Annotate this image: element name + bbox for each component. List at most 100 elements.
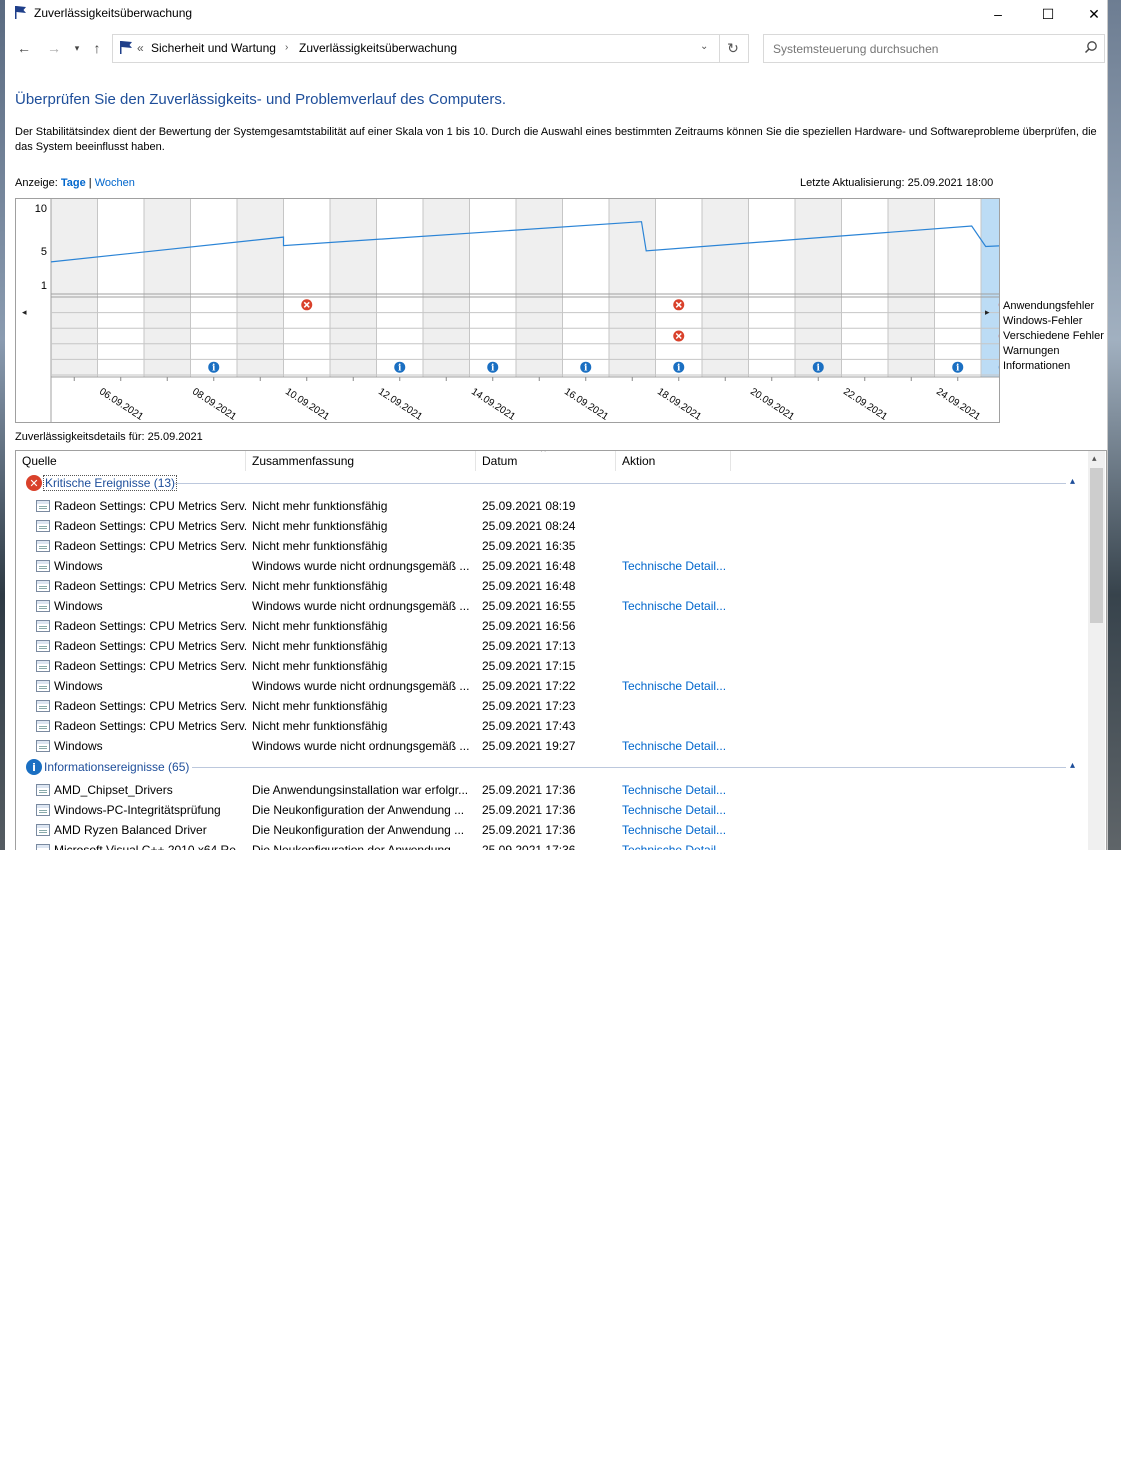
table-row[interactable]: Radeon Settings: CPU Metrics Serv... Nich… bbox=[16, 636, 1088, 656]
chart-column-09.09[interactable] bbox=[237, 199, 284, 377]
cell-summary: Windows wurde nicht ordnungsgemäß ... bbox=[252, 599, 470, 613]
back-icon[interactable]: ← bbox=[13, 38, 35, 58]
scroll-up-icon[interactable]: ▴ bbox=[1092, 453, 1097, 464]
cell-action[interactable]: Technische Detail... bbox=[622, 679, 734, 693]
scroll-right-arrow[interactable]: ▸ bbox=[985, 307, 990, 317]
table-row[interactable]: Radeon Settings: CPU Metrics Serv... Nich… bbox=[16, 496, 1088, 516]
chart-column-13.09[interactable] bbox=[423, 199, 470, 377]
chart-column-19.09[interactable] bbox=[702, 199, 749, 377]
group-header[interactable]: ✕ Kritische Ereignisse (13) ▴ bbox=[16, 473, 1088, 493]
collapse-icon[interactable]: ▴ bbox=[1070, 476, 1075, 487]
scroll-left-arrow[interactable]: ◂ bbox=[22, 307, 27, 317]
column-summary[interactable]: Zusammenfassung bbox=[252, 454, 354, 472]
search-box[interactable] bbox=[763, 34, 1105, 63]
x-tick-label: 12.09.2021 bbox=[376, 386, 424, 422]
column-date[interactable]: Datum bbox=[482, 454, 517, 472]
sort-ascending-icon: ^ bbox=[541, 450, 546, 458]
breadcrumb-security[interactable]: Sicherheit und Wartung bbox=[151, 41, 276, 55]
cell-action[interactable]: Technische Detail... bbox=[622, 843, 734, 850]
table-row[interactable]: Windows Windows wurde nicht ordnungsgemäß… bbox=[16, 736, 1088, 756]
up-icon[interactable]: ↑ bbox=[86, 38, 108, 58]
cell-action[interactable]: Technische Detail... bbox=[622, 783, 734, 797]
x-tick-label: 22.09.2021 bbox=[841, 386, 889, 422]
table-row[interactable]: Windows Windows wurde nicht ordnungsgemäß… bbox=[16, 676, 1088, 696]
refresh-icon[interactable]: ↻ bbox=[718, 34, 749, 63]
view-weeks-link[interactable]: Wochen bbox=[95, 177, 135, 189]
table-row[interactable]: Microsoft Visual C++ 2010 x64 Re... Die N… bbox=[16, 840, 1088, 850]
view-label: Anzeige: bbox=[15, 177, 58, 189]
chevron-down-icon[interactable]: ⌄ bbox=[700, 41, 708, 52]
chart-column-23.09[interactable] bbox=[888, 199, 935, 377]
title-bar: Zuverlässigkeitsüberwachung – ☐ ✕ bbox=[5, 0, 1107, 28]
table-row[interactable]: Windows Windows wurde nicht ordnungsgemäß… bbox=[16, 556, 1088, 576]
breadcrumb-overflow[interactable]: « bbox=[137, 41, 144, 55]
flag-icon bbox=[119, 40, 135, 58]
info-event-glyph: i bbox=[677, 364, 681, 374]
close-button[interactable]: ✕ bbox=[1071, 0, 1107, 28]
chart-column-05.09[interactable] bbox=[51, 199, 98, 377]
table-row[interactable]: Windows Windows wurde nicht ordnungsgemäß… bbox=[16, 596, 1088, 616]
column-divider[interactable] bbox=[475, 451, 476, 471]
table-row[interactable]: Radeon Settings: CPU Metrics Serv... Nich… bbox=[16, 576, 1088, 596]
x-tick-label: 16.09.2021 bbox=[562, 386, 610, 422]
stability-chart-svg[interactable]: 1051iiiiiiii06.09.202108.09.202110.09.20… bbox=[16, 199, 1028, 423]
scrollbar-thumb[interactable] bbox=[1090, 468, 1103, 623]
cell-action[interactable]: Technische Detail... bbox=[622, 803, 734, 817]
cell-action[interactable]: Technische Detail... bbox=[622, 599, 734, 613]
chart-column-12.09[interactable] bbox=[376, 199, 424, 377]
error-icon: ✕ bbox=[26, 475, 42, 491]
recent-locations-icon[interactable]: ▾ bbox=[66, 38, 88, 58]
table-row[interactable]: Radeon Settings: CPU Metrics Serv... Nich… bbox=[16, 696, 1088, 716]
column-divider[interactable] bbox=[615, 451, 616, 471]
cell-date: 25.09.2021 16:35 bbox=[482, 539, 576, 553]
column-action[interactable]: Aktion bbox=[622, 454, 655, 472]
info-event-glyph: i bbox=[584, 364, 588, 374]
cell-source: Radeon Settings: CPU Metrics Serv... bbox=[54, 519, 246, 533]
chart-column-22.09[interactable] bbox=[841, 199, 889, 377]
cell-action[interactable]: Technische Detail... bbox=[622, 823, 734, 837]
chart-column-10.09[interactable] bbox=[283, 199, 331, 377]
group-header[interactable]: i Informationsereignisse (65) ▴ bbox=[16, 757, 1088, 777]
chart-column-06.09[interactable] bbox=[97, 199, 145, 377]
search-input[interactable] bbox=[771, 41, 1075, 57]
chart-column-21.09[interactable] bbox=[795, 199, 842, 377]
stability-chart[interactable]: 1051iiiiiiii06.09.202108.09.202110.09.20… bbox=[15, 198, 1028, 423]
search-icon[interactable] bbox=[1084, 40, 1098, 57]
cell-action[interactable]: Technische Detail... bbox=[622, 559, 734, 573]
column-divider[interactable] bbox=[730, 451, 731, 471]
breadcrumb-reliability[interactable]: Zuverlässigkeitsüberwachung bbox=[299, 41, 457, 55]
chart-column-11.09[interactable] bbox=[330, 199, 377, 377]
group-label[interactable]: Kritische Ereignisse (13) bbox=[42, 475, 178, 491]
chart-column-20.09[interactable] bbox=[748, 199, 796, 377]
cell-action[interactable]: Technische Detail... bbox=[622, 739, 734, 753]
chart-column-14.09[interactable] bbox=[469, 199, 517, 377]
chart-column-18.09[interactable] bbox=[655, 199, 703, 377]
chart-column-08.09[interactable] bbox=[190, 199, 238, 377]
cell-source: Microsoft Visual C++ 2010 x64 Re... bbox=[54, 843, 246, 850]
maximize-button[interactable]: ☐ bbox=[1025, 0, 1071, 28]
cell-date: 25.09.2021 17:22 bbox=[482, 679, 576, 693]
table-row[interactable]: Radeon Settings: CPU Metrics Serv... Nich… bbox=[16, 656, 1088, 676]
table-row[interactable]: Radeon Settings: CPU Metrics Serv... Nich… bbox=[16, 536, 1088, 556]
table-row[interactable]: Radeon Settings: CPU Metrics Serv... Nich… bbox=[16, 516, 1088, 536]
table-row[interactable]: Windows-PC-Integritätsprüfung Die Neukonf… bbox=[16, 800, 1088, 820]
view-days-link[interactable]: Tage bbox=[61, 177, 86, 189]
collapse-icon[interactable]: ▴ bbox=[1070, 760, 1075, 771]
chart-column-24.09[interactable] bbox=[934, 199, 982, 377]
column-divider[interactable] bbox=[245, 451, 246, 471]
table-row[interactable]: AMD Ryzen Balanced Driver Die Neukonfigur… bbox=[16, 820, 1088, 840]
column-source[interactable]: Quelle bbox=[22, 454, 57, 472]
page-title: Überprüfen Sie den Zuverlässigkeits- und… bbox=[15, 91, 507, 108]
cell-source: Radeon Settings: CPU Metrics Serv... bbox=[54, 719, 246, 733]
chart-column-25.09[interactable] bbox=[981, 199, 1028, 377]
table-row[interactable]: Radeon Settings: CPU Metrics Serv... Nich… bbox=[16, 616, 1088, 636]
forward-icon[interactable]: → bbox=[43, 38, 65, 58]
chart-column-07.09[interactable] bbox=[144, 199, 191, 377]
chart-column-15.09[interactable] bbox=[516, 199, 563, 377]
table-row[interactable]: AMD_Chipset_Drivers Die Anwendungsinstall… bbox=[16, 780, 1088, 800]
minimize-button[interactable]: – bbox=[975, 0, 1021, 28]
table-row[interactable]: Radeon Settings: CPU Metrics Serv... Nich… bbox=[16, 716, 1088, 736]
chart-column-17.09[interactable] bbox=[609, 199, 656, 377]
group-label[interactable]: Informationsereignisse (65) bbox=[44, 760, 189, 774]
address-bar[interactable]: « Sicherheit und Wartung › Zuverlässigke… bbox=[112, 34, 720, 63]
